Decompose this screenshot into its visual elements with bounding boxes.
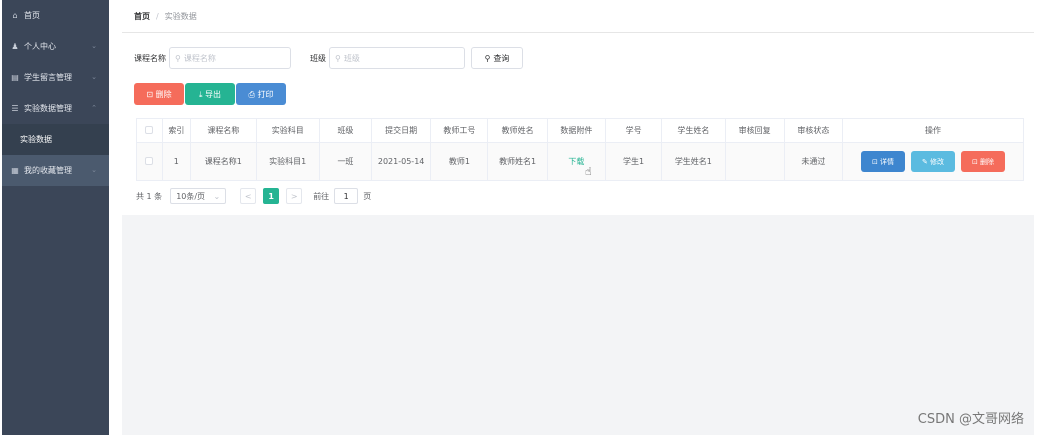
cell-status: 未通过 [783, 142, 844, 181]
column-header: 学生姓名 [661, 118, 726, 143]
search-icon: ⚲ [175, 53, 181, 63]
column-header: 学号 [604, 118, 663, 143]
select-all-checkbox[interactable] [145, 125, 154, 134]
column-header: 数据附件 [546, 118, 606, 143]
sidebar-item-label: 首页 [24, 11, 40, 20]
chevron-down-icon: ⌄ [91, 73, 97, 81]
detail-button[interactable]: ⊡ 详情 [861, 151, 906, 172]
column-header: 班级 [318, 118, 373, 143]
query-button-label: 查询 [493, 53, 510, 63]
page-size-value: 10条/页 [176, 191, 206, 201]
cell-operations: ⊡ 详情 ✎ 修改 ⊡ 删除 [842, 142, 1024, 181]
page-unit-label: 页 [363, 191, 372, 201]
sidebar-item-message-management[interactable]: ▤ 学生留言管理 ⌄ [2, 62, 109, 93]
sidebar-item-experiment-management[interactable]: ☰ 实验数据管理 ⌃ [2, 93, 109, 124]
sidebar-item-label: 我的收藏管理 [24, 166, 72, 175]
query-button[interactable]: ⚲ 查询 [471, 47, 523, 69]
print-button[interactable]: ⎙ 打印 [236, 83, 286, 105]
column-header: 审核回复 [724, 118, 785, 143]
action-toolbar: ⊡ 删除 ⤓ 导出 ⎙ 打印 [134, 83, 287, 105]
class-placeholder: 班级 [343, 53, 360, 63]
grid-icon: ▦ [11, 166, 19, 175]
page-size-select[interactable]: 10条/页 ⌄ [170, 188, 227, 204]
breadcrumb-separator: / [156, 11, 159, 21]
table-row: 1 课程名称1 实验科目1 一班 2021-05-14 教师1 教师姓名1 下载… [136, 142, 1024, 181]
breadcrumb: 首页 / 实验数据 [122, 0, 1034, 33]
chevron-down-icon: ⌄ [91, 42, 97, 50]
download-link[interactable]: 下载 [568, 157, 584, 166]
course-name-input[interactable]: ⚲ 课程名称 [169, 47, 291, 69]
main-content: 课程名称 ⚲ 课程名称 班级 ⚲ 班级 ⚲ 查询 ⊡ 删除 ⤓ 导出 ⎙ 打印 [122, 34, 1034, 435]
cell-teacher-id: 教师1 [430, 142, 489, 181]
watermark: CSDN @文哥网络 [917, 412, 1024, 427]
chevron-up-icon: ⌃ [91, 104, 97, 112]
column-header: 教师姓名 [487, 118, 548, 143]
cell-student-id: 学生1 [604, 142, 663, 181]
hand-cursor-icon: ☝ [585, 165, 592, 178]
home-icon: ⌂ [12, 11, 18, 20]
cell-subject: 实验科目1 [255, 142, 320, 181]
sidebar-item-label: 个人中心 [24, 42, 56, 51]
cell-course: 课程名称1 [190, 142, 257, 181]
sidebar-item-experiment-data[interactable]: 实验数据 [2, 124, 109, 155]
sidebar-item-personal-center[interactable]: ♟ 个人中心 ⌄ [2, 31, 109, 62]
pagination-total: 共 1 条 [136, 191, 163, 201]
search-icon: ⚲ [484, 53, 491, 63]
row-select-cell[interactable] [136, 142, 163, 181]
column-header: 索引 [161, 118, 192, 143]
edit-button[interactable]: ✎ 修改 [911, 151, 956, 172]
sidebar-item-label: 学生留言管理 [24, 73, 72, 82]
goto-page-input[interactable]: 1 [334, 188, 359, 204]
user-icon: ♟ [11, 42, 19, 51]
sidebar: ⌂ 首页 ♟ 个人中心 ⌄ ▤ 学生留言管理 ⌄ ☰ 实验数据管理 ⌃ 实验数据… [2, 0, 109, 435]
cell-class: 一班 [318, 142, 373, 181]
breadcrumb-current: 实验数据 [164, 11, 197, 21]
list-icon: ☰ [11, 104, 19, 113]
column-header: 课程名称 [190, 118, 257, 143]
row-delete-button[interactable]: ⊡ 删除 [961, 151, 1006, 172]
next-page-button[interactable]: > [286, 188, 303, 204]
message-icon: ▤ [11, 73, 19, 82]
cell-attachment: 下载 [546, 142, 606, 181]
class-input[interactable]: ⚲ 班级 [329, 47, 465, 69]
column-header: 操作 [842, 118, 1024, 143]
cell-reply [724, 142, 785, 181]
pagination: 共 1 条 10条/页 ⌄ < 1 > 前往 1 页 [136, 188, 371, 204]
chevron-down-icon: ⌄ [213, 191, 221, 201]
course-name-placeholder: 课程名称 [183, 53, 216, 63]
prev-page-button[interactable]: < [240, 188, 257, 204]
export-button[interactable]: ⤓ 导出 [185, 83, 235, 105]
cell-index: 1 [161, 142, 192, 181]
data-table: 索引 课程名称 实验科目 班级 提交日期 教师工号 教师姓名 数据附件 学号 学… [136, 118, 1024, 181]
sidebar-item-label: 实验数据管理 [24, 104, 72, 113]
sidebar-item-label: 实验数据 [20, 135, 52, 144]
search-icon: ⚲ [335, 53, 341, 63]
chevron-down-icon: ⌄ [91, 166, 97, 174]
column-header: 提交日期 [370, 118, 432, 143]
page-number-current[interactable]: 1 [263, 188, 280, 204]
delete-button[interactable]: ⊡ 删除 [134, 83, 184, 105]
sidebar-item-favorites-management[interactable]: ▦ 我的收藏管理 ⌄ [2, 155, 109, 186]
class-label: 班级 [310, 53, 326, 63]
cell-teacher-name: 教师姓名1 [487, 142, 548, 181]
table-header-row: 索引 课程名称 实验科目 班级 提交日期 教师工号 教师姓名 数据附件 学号 学… [136, 118, 1024, 143]
breadcrumb-home[interactable]: 首页 [134, 11, 150, 22]
cell-student-name: 学生姓名1 [661, 142, 726, 181]
select-all-cell[interactable] [136, 118, 163, 143]
cell-date: 2021-05-14 [370, 142, 432, 181]
row-checkbox[interactable] [145, 156, 154, 165]
course-name-label: 课程名称 [134, 53, 166, 63]
goto-label: 前往 [313, 191, 330, 201]
column-header: 审核状态 [783, 118, 844, 143]
content-panel: 课程名称 ⚲ 课程名称 班级 ⚲ 班级 ⚲ 查询 ⊡ 删除 ⤓ 导出 ⎙ 打印 [122, 34, 1034, 215]
search-form: 课程名称 ⚲ 课程名称 班级 ⚲ 班级 ⚲ 查询 [134, 47, 523, 69]
sidebar-item-home[interactable]: ⌂ 首页 [2, 0, 109, 31]
column-header: 实验科目 [255, 118, 320, 143]
column-header: 教师工号 [430, 118, 489, 143]
